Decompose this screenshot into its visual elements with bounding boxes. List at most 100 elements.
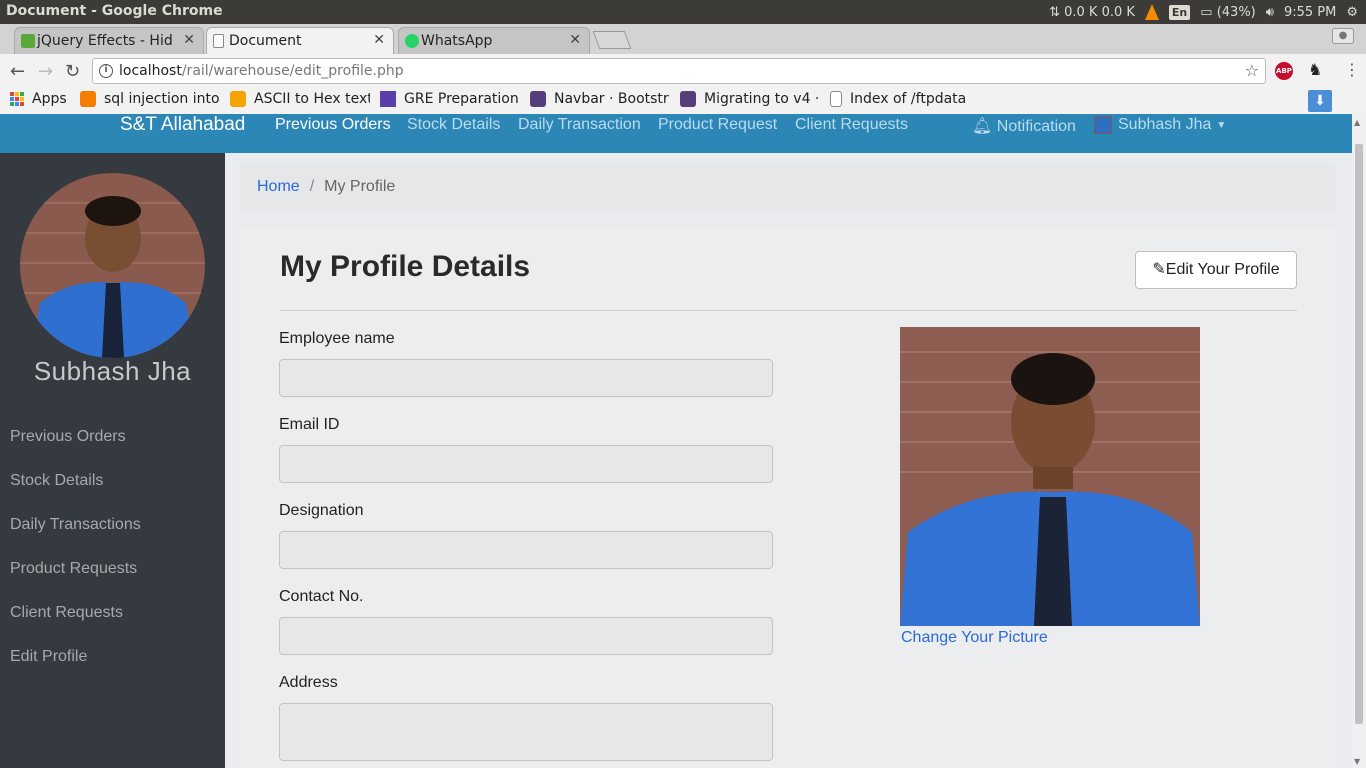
close-tab-icon[interactable]: ✕ bbox=[569, 32, 581, 48]
sidebar-item-daily-transactions[interactable]: Daily Transactions bbox=[10, 516, 141, 534]
navbar-brand[interactable]: S&T Allahabad bbox=[120, 114, 245, 136]
nav-daily-transaction[interactable]: Daily Transaction bbox=[518, 116, 641, 134]
bookmark-migrating-v4[interactable]: Migrating to v4 · bbox=[680, 91, 820, 107]
person-photo-icon bbox=[900, 327, 1200, 626]
sidebar-item-product-requests[interactable]: Product Requests bbox=[10, 560, 137, 578]
nav-previous-orders[interactable]: Previous Orders bbox=[275, 116, 391, 134]
pencil-icon: ✎ bbox=[1152, 261, 1166, 278]
scroll-down-icon[interactable]: ▼ bbox=[1354, 757, 1360, 766]
email-label: Email ID bbox=[279, 416, 340, 433]
profile-avatar bbox=[20, 173, 205, 358]
sidebar-item-previous-orders[interactable]: Previous Orders bbox=[10, 428, 126, 446]
window-title: Document - Google Chrome bbox=[6, 3, 223, 19]
page-title: My Profile Details bbox=[280, 250, 531, 283]
profile-icon[interactable]: ● bbox=[1332, 28, 1354, 44]
forward-arrow-icon[interactable]: → bbox=[38, 61, 53, 82]
gre-icon bbox=[380, 91, 396, 107]
app-navbar: S&T Allahabad Previous Orders Stock Deta… bbox=[0, 114, 1352, 153]
close-tab-icon[interactable]: ✕ bbox=[373, 32, 385, 48]
tab-whatsapp[interactable]: WhatsApp ✕ bbox=[398, 27, 590, 54]
nav-stock-details[interactable]: Stock Details bbox=[407, 116, 500, 134]
chrome-menu-icon[interactable]: ⋮ bbox=[1344, 60, 1360, 79]
sidebar: Subhash Jha Previous Orders Stock Detail… bbox=[0, 153, 225, 768]
back-arrow-icon[interactable]: ← bbox=[10, 61, 25, 82]
web-page: S&T Allahabad Previous Orders Stock Deta… bbox=[0, 114, 1352, 768]
extension-icon[interactable]: ♞ bbox=[1308, 60, 1322, 79]
document-favicon-icon bbox=[213, 34, 224, 48]
user-dropdown[interactable]: Subhash Jha ▼ bbox=[1094, 116, 1226, 134]
bootstrap-icon bbox=[530, 91, 546, 107]
sidebar-item-client-requests[interactable]: Client Requests bbox=[10, 604, 123, 622]
bookmarks-bar: Apps sql injection into ASCII to Hex tex… bbox=[0, 88, 1366, 114]
change-picture-link[interactable]: Change Your Picture bbox=[901, 629, 1048, 647]
apps-grid-icon bbox=[10, 92, 24, 106]
keyboard-language-indicator[interactable]: En bbox=[1168, 4, 1191, 20]
nav-product-request[interactable]: Product Request bbox=[658, 116, 777, 134]
user-avatar bbox=[1094, 116, 1112, 134]
employee-name-label: Employee name bbox=[279, 330, 395, 347]
bookmark-sql-injection[interactable]: sql injection into bbox=[80, 91, 220, 107]
breadcrumb: Home / My Profile bbox=[240, 163, 1336, 211]
bookmark-apps[interactable]: Apps bbox=[10, 91, 67, 107]
close-tab-icon[interactable]: ✕ bbox=[183, 32, 195, 48]
breadcrumb-current: My Profile bbox=[324, 178, 396, 195]
bookmark-star-icon[interactable]: ☆ bbox=[1245, 59, 1259, 83]
designation-field[interactable] bbox=[279, 531, 773, 569]
document-icon bbox=[830, 91, 842, 107]
address-bar[interactable]: i localhost/rail/warehouse/edit_profile.… bbox=[92, 58, 1266, 84]
w3schools-favicon-icon bbox=[21, 34, 35, 48]
download-icon[interactable]: ⬇ bbox=[1308, 90, 1332, 112]
blogger-icon bbox=[80, 91, 96, 107]
profile-card: My Profile Details ✎Edit Your Profile Em… bbox=[240, 227, 1336, 768]
info-icon[interactable]: i bbox=[99, 64, 113, 78]
tab-strip: jQuery Effects - Hid ✕ Document ✕ WhatsA… bbox=[0, 24, 1366, 54]
battery-indicator[interactable]: ▭ (43%) bbox=[1200, 5, 1255, 20]
bookmark-navbar-bootstrap[interactable]: Navbar · Bootstr bbox=[530, 91, 670, 107]
tab-label: WhatsApp bbox=[421, 33, 493, 49]
bell-icon: 🔔︎ bbox=[972, 118, 993, 135]
tab-document[interactable]: Document ✕ bbox=[206, 27, 394, 54]
bookmark-ascii-hex[interactable]: ASCII to Hex text bbox=[230, 91, 370, 107]
contact-label: Contact No. bbox=[279, 588, 364, 605]
nav-client-requests[interactable]: Client Requests bbox=[795, 116, 908, 134]
scroll-up-icon[interactable]: ▲ bbox=[1354, 118, 1360, 127]
sidebar-item-stock-details[interactable]: Stock Details bbox=[10, 472, 103, 490]
tab-label: Document bbox=[229, 33, 302, 49]
rapidtables-icon bbox=[230, 91, 246, 107]
sidebar-item-edit-profile[interactable]: Edit Profile bbox=[10, 648, 87, 666]
caret-down-icon: ▼ bbox=[1216, 119, 1227, 131]
tab-jquery-effects[interactable]: jQuery Effects - Hid ✕ bbox=[14, 27, 204, 54]
breadcrumb-separator: / bbox=[309, 178, 315, 195]
reload-icon[interactable]: ↻ bbox=[65, 61, 80, 82]
profile-picture bbox=[900, 327, 1200, 626]
url-path: /rail/warehouse/edit_profile.php bbox=[181, 63, 404, 79]
person-photo-icon bbox=[20, 173, 205, 358]
browser-toolbar: ← → ↻ i localhost/rail/warehouse/edit_pr… bbox=[0, 54, 1366, 88]
page-scrollbar[interactable]: ▲ ▼ bbox=[1352, 114, 1366, 768]
tab-label: jQuery Effects - Hid bbox=[37, 33, 173, 49]
adblock-plus-icon[interactable]: ABP bbox=[1275, 62, 1293, 80]
address-label: Address bbox=[279, 674, 338, 691]
nav-notification[interactable]: 🔔︎ Notification bbox=[972, 116, 1076, 136]
new-tab-button[interactable] bbox=[592, 31, 632, 49]
contact-field[interactable] bbox=[279, 617, 773, 655]
breadcrumb-home-link[interactable]: Home bbox=[257, 178, 300, 195]
url-host: localhost bbox=[119, 63, 182, 79]
edit-profile-button[interactable]: ✎Edit Your Profile bbox=[1135, 251, 1297, 289]
sidebar-user-name: Subhash Jha bbox=[33, 356, 192, 386]
whatsapp-favicon-icon bbox=[405, 34, 419, 48]
clock[interactable]: 9:55 PM bbox=[1284, 5, 1336, 20]
bookmark-index-ftpdata[interactable]: Index of /ftpdata bbox=[830, 91, 970, 107]
settings-gear-icon[interactable]: ⚙ bbox=[1346, 5, 1358, 20]
divider bbox=[280, 310, 1297, 311]
network-indicator[interactable]: ⇅ 0.0 K 0.0 K bbox=[1049, 5, 1135, 20]
volume-icon[interactable]: 🔊︎ bbox=[1266, 5, 1274, 20]
employee-name-field[interactable] bbox=[279, 359, 773, 397]
scrollbar-thumb[interactable] bbox=[1355, 144, 1363, 724]
address-textarea[interactable] bbox=[279, 703, 773, 761]
designation-label: Designation bbox=[279, 502, 364, 519]
bookmark-gre[interactable]: GRE Preparation bbox=[380, 91, 520, 107]
vlc-icon[interactable] bbox=[1144, 4, 1159, 20]
email-field[interactable] bbox=[279, 445, 773, 483]
bootstrap-icon bbox=[680, 91, 696, 107]
